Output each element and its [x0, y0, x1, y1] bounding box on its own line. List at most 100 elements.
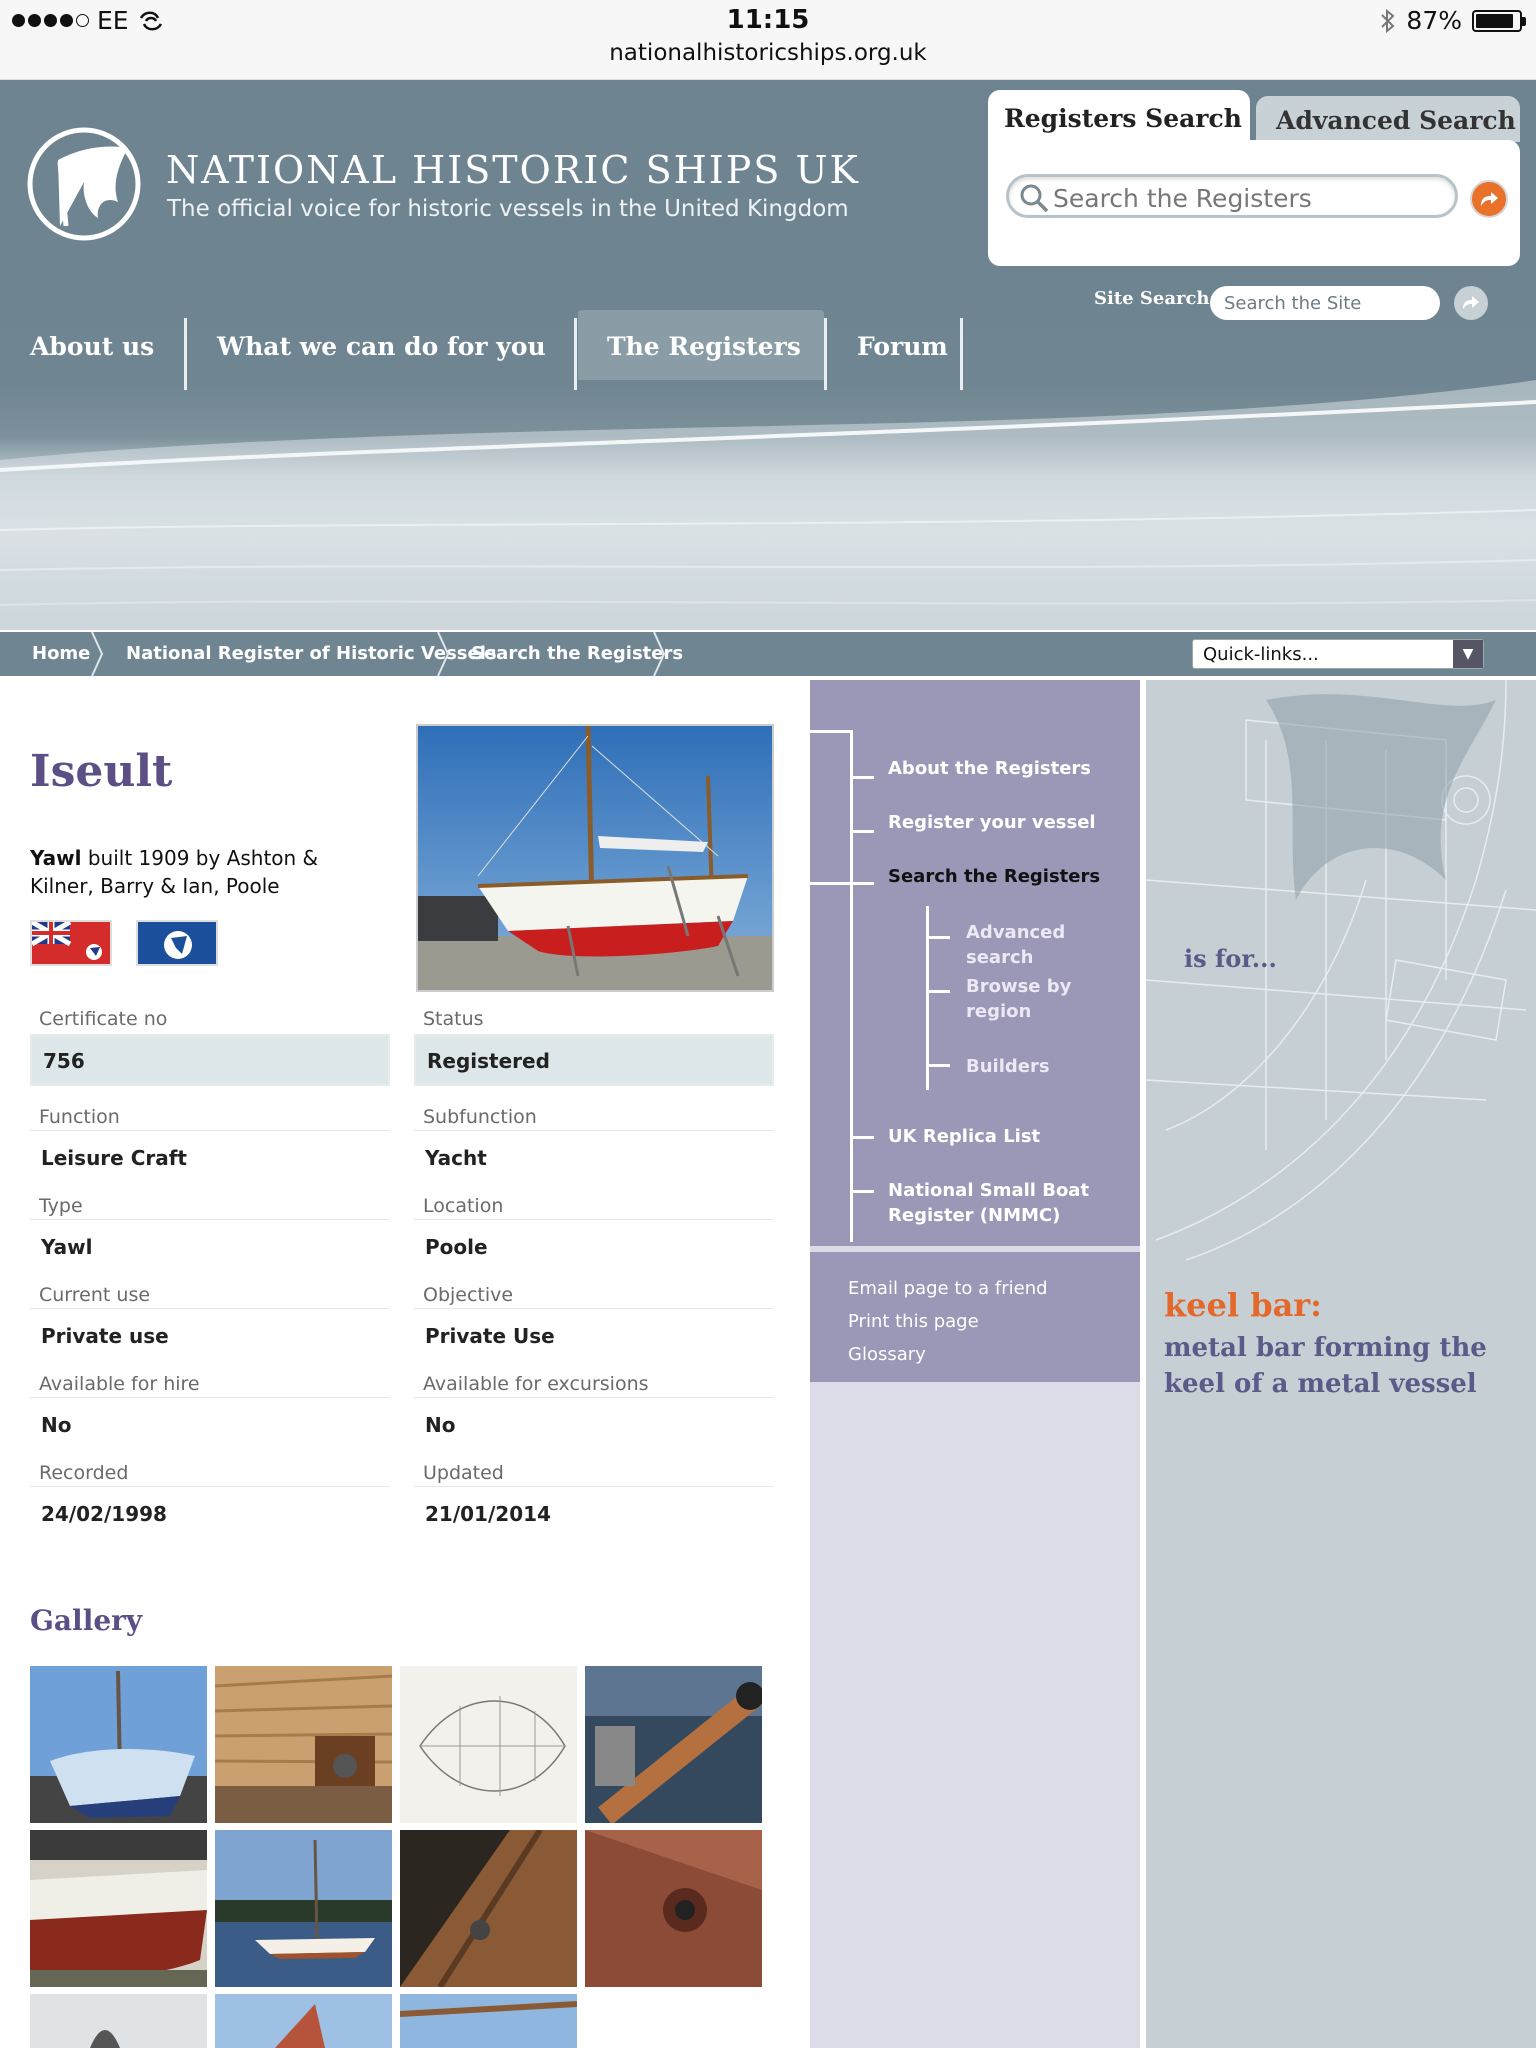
battery-icon	[1472, 9, 1526, 32]
glossary-definition: metal bar forming the keel of a metal ve…	[1164, 1333, 1487, 1399]
registers-search-placeholder: Search the Registers	[1053, 184, 1312, 213]
nav-divider	[960, 318, 963, 390]
tree-line	[926, 990, 950, 993]
tree-line	[926, 936, 950, 939]
glossary-panel: is for... keel bar: metal bar forming th…	[1146, 680, 1536, 2048]
field-label: Objective	[423, 1284, 514, 1306]
main-nav: About us What we can do for you The Regi…	[0, 310, 980, 390]
nhs-uk-flag-icon	[136, 920, 218, 966]
print-page-link[interactable]: Print this page	[848, 1311, 979, 1332]
tree-line	[850, 776, 874, 779]
email-page-link[interactable]: Email page to a friend	[848, 1278, 1048, 1299]
ship-blueprint-background	[1146, 680, 1536, 1261]
sidebar-item-browse-by-region[interactable]: Browse by region	[966, 974, 1086, 1024]
breadcrumb: Home National Register of Historic Vesse…	[0, 632, 1536, 676]
field-label: Updated	[423, 1462, 504, 1484]
quicklinks-selected: Quick-links...	[1203, 644, 1319, 665]
sidebar-item-builders[interactable]: Builders	[966, 1054, 1136, 1079]
site-header: NATIONAL HISTORIC SHIPS UK The official …	[0, 80, 1536, 630]
field-value: 21/01/2014	[414, 1486, 774, 1538]
gallery-thumbnail[interactable]	[400, 1830, 577, 1987]
gallery-thumbnail[interactable]	[400, 1666, 577, 1823]
glossary-term: keel bar:	[1164, 1286, 1322, 1324]
tab-registers-search[interactable]: Registers Search	[988, 90, 1250, 142]
site-tagline: The official voice for historic vessels …	[167, 196, 849, 222]
site-search-placeholder: Search the Site	[1224, 293, 1362, 314]
tree-line	[850, 830, 874, 833]
gallery-heading: Gallery	[30, 1604, 143, 1637]
gallery-thumbnail[interactable]	[400, 1994, 577, 2048]
quicklinks-select[interactable]: Quick-links... ▼	[1192, 639, 1484, 669]
tree-line	[926, 906, 929, 1090]
nav-the-registers[interactable]: The Registers	[607, 310, 801, 390]
section-sidebar: About the Registers Register your vessel…	[810, 680, 1140, 2048]
site-search-input[interactable]: Search the Site	[1210, 286, 1440, 320]
field-value: No	[30, 1397, 390, 1449]
gallery-thumbnail[interactable]	[585, 1830, 762, 1987]
breadcrumb-home[interactable]: Home	[32, 632, 90, 676]
vessel-main-photo[interactable]	[416, 724, 774, 992]
field-label: Available for excursions	[423, 1373, 649, 1395]
field-value: Poole	[414, 1219, 774, 1271]
glossary-link[interactable]: Glossary	[848, 1344, 926, 1365]
tab-advanced-search[interactable]: Advanced Search	[1256, 96, 1520, 142]
field-value: Yacht	[414, 1130, 774, 1182]
tree-line	[810, 882, 874, 885]
field-label: Recorded	[39, 1462, 129, 1484]
page-utilities: Email page to a friend Print this page G…	[810, 1252, 1140, 1382]
gallery-thumbnail[interactable]	[30, 1666, 207, 1823]
field-label: Location	[423, 1195, 504, 1217]
site-search-label: Site Search:	[1094, 288, 1217, 309]
status-bar: EE 11:15 nationalhistoricships.org.uk 87…	[0, 0, 1536, 80]
field-value: Registered	[414, 1034, 774, 1086]
field-value: Private Use	[414, 1308, 774, 1360]
nav-divider	[184, 318, 187, 390]
gallery-thumbnail[interactable]	[30, 1830, 207, 1987]
field-value: Leisure Craft	[30, 1130, 390, 1182]
sidebar-item-search-registers[interactable]: Search the Registers	[888, 864, 1128, 889]
field-label: Function	[39, 1106, 120, 1128]
sidebar-item-register-vessel[interactable]: Register your vessel	[888, 810, 1128, 835]
sidebar-nav: About the Registers Register your vessel…	[810, 680, 1140, 1246]
tree-line	[850, 730, 853, 1242]
registers-search-go-button[interactable]	[1470, 180, 1508, 218]
sidebar-item-small-boat-register[interactable]: National Small Boat Register (NMMC)	[888, 1178, 1098, 1228]
field-value: No	[414, 1397, 774, 1449]
gallery-thumbnail[interactable]	[215, 1830, 392, 1987]
field-label: Current use	[39, 1284, 151, 1306]
address-bar[interactable]: nationalhistoricships.org.uk	[0, 40, 1536, 66]
nav-about-us[interactable]: About us	[30, 310, 154, 390]
gallery-thumbnail[interactable]	[585, 1666, 762, 1823]
gallery-thumbnail[interactable]	[215, 1994, 392, 2048]
tree-line	[926, 1064, 950, 1067]
tree-line	[850, 1190, 874, 1193]
glossary-intro: is for...	[1184, 944, 1277, 973]
site-search-go-button[interactable]	[1454, 286, 1488, 320]
registers-search-input[interactable]: Search the Registers	[1006, 174, 1458, 218]
field-value: Private use	[30, 1308, 390, 1360]
field-label: Status	[423, 1008, 484, 1030]
sidebar-item-uk-replica-list[interactable]: UK Replica List	[888, 1124, 1128, 1149]
tree-line	[850, 1136, 874, 1139]
field-label: Type	[39, 1195, 83, 1217]
nav-what-we-can-do[interactable]: What we can do for you	[217, 310, 546, 390]
sidebar-item-advanced-search[interactable]: Advanced search	[966, 920, 1136, 970]
clock: 11:15	[726, 5, 810, 35]
sidebar-item-about-registers[interactable]: About the Registers	[888, 756, 1128, 781]
gallery-thumbnail[interactable]	[215, 1666, 392, 1823]
vessel-description: Yawl built 1909 by Ashton & Kilner, Barr…	[30, 844, 380, 900]
site-title[interactable]: NATIONAL HISTORIC SHIPS UK	[166, 148, 860, 192]
breadcrumb-separator	[91, 632, 104, 676]
page-title: Iseult	[30, 746, 173, 797]
arrow-right-icon	[1481, 192, 1498, 206]
nav-forum[interactable]: Forum	[857, 310, 948, 390]
nav-divider	[824, 318, 827, 390]
sea-banner-image	[0, 380, 1536, 630]
chevron-down-icon: ▼	[1453, 640, 1483, 668]
gallery-thumbnail[interactable]	[30, 1994, 207, 2048]
field-value: Yawl	[30, 1219, 390, 1271]
field-value: 756	[30, 1034, 390, 1086]
red-ensign-flag-icon	[30, 920, 112, 966]
arrow-right-icon	[1463, 296, 1479, 309]
field-label: Subfunction	[423, 1106, 537, 1128]
